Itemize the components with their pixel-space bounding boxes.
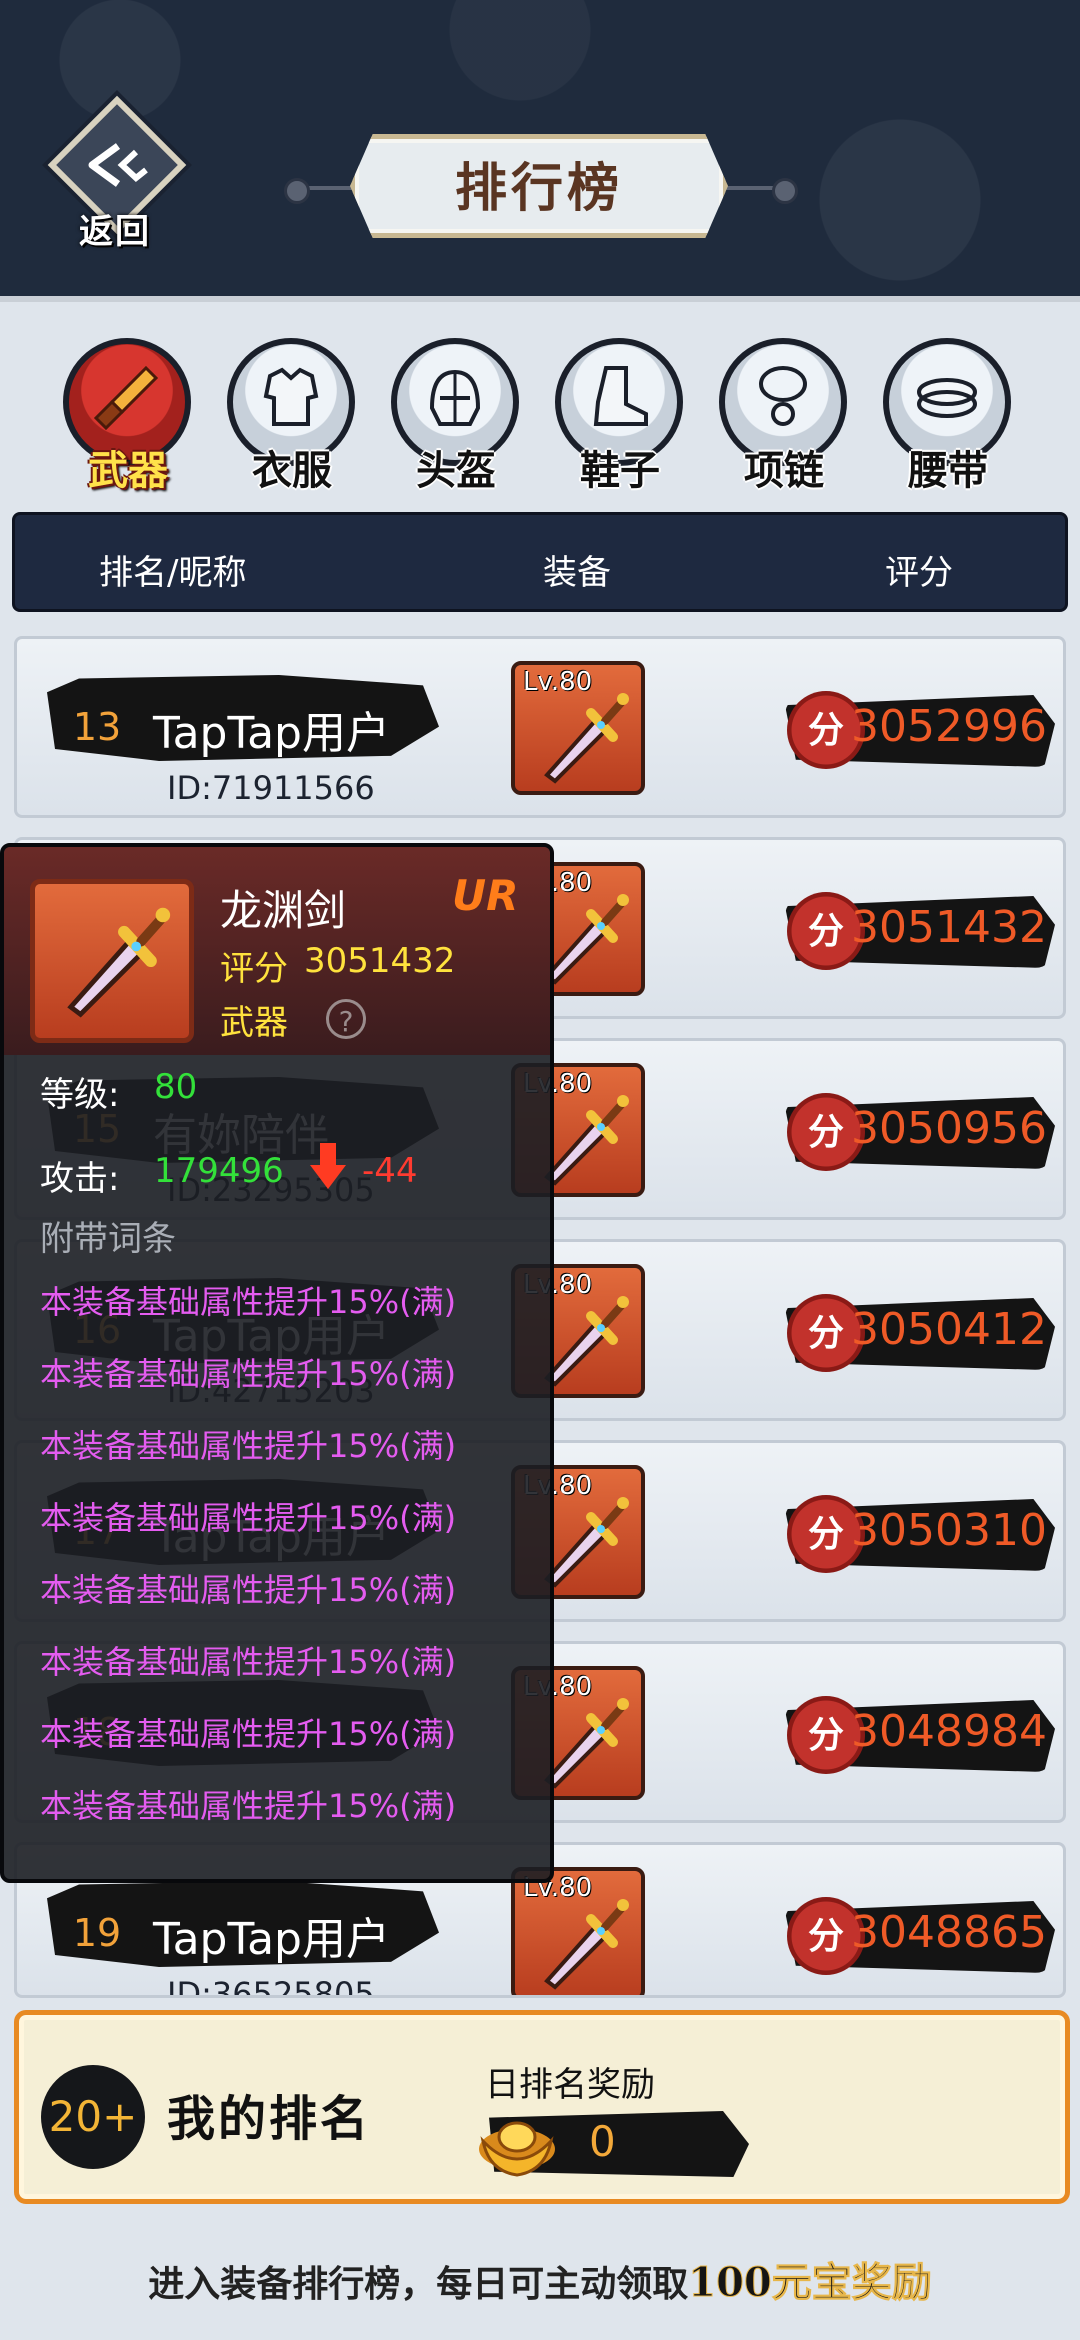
player-id: ID:36525805 [167, 1975, 375, 1998]
score-value: 3048865 [851, 1907, 1047, 1958]
necklace-icon [759, 366, 807, 426]
affix-line: 本装备基础属性提升15%(满) [40, 1643, 457, 1681]
top-bar: 返回 排行榜 [0, 0, 1080, 302]
sword-icon [544, 693, 629, 784]
help-icon[interactable]: ? [326, 999, 366, 1039]
tab-clothes[interactable]: 衣服 [222, 338, 362, 498]
back-arrow-icon [88, 143, 148, 187]
score-value: 3050956 [851, 1103, 1047, 1154]
arrow-down-icon [310, 1143, 346, 1189]
tooltip-item-icon [30, 879, 194, 1043]
tab-belt[interactable]: 腰带 [878, 338, 1018, 498]
boots-icon [593, 366, 648, 426]
col-rank-header: 排名/昵称 [99, 553, 247, 593]
player-id: ID:71911566 [167, 769, 375, 807]
item-name: 龙渊剑 [220, 886, 347, 935]
tab-belt-label: 腰带 [908, 447, 988, 494]
ranking-row[interactable]: 13 TapTap用户 ID:71911566 Lv.80 分 3052996 [14, 636, 1066, 818]
sword-icon [93, 365, 159, 431]
equipment-level: Lv.80 [523, 667, 593, 697]
equipment-slot[interactable]: Lv.80 [511, 661, 645, 795]
footer-highlight: 100元宝奖励 [688, 2259, 932, 2307]
back-button[interactable]: 返回 [38, 95, 188, 260]
player-name: TapTap用户 [153, 708, 390, 759]
helmet-icon [429, 369, 481, 426]
tab-shoes[interactable]: 鞋子 [550, 338, 690, 498]
affix-line: 本装备基础属性提升15%(满) [40, 1355, 457, 1393]
sword-icon [544, 1899, 629, 1990]
footer-text: 进入装备排行榜，每日可主动领取 [148, 2263, 689, 2305]
belt-icon [917, 378, 977, 418]
affix-line: 本装备基础属性提升15%(满) [40, 1715, 457, 1753]
affix-line: 本装备基础属性提升15%(满) [40, 1499, 457, 1537]
tab-clothes-label: 衣服 [252, 447, 332, 494]
footer-tip: 进入装备排行榜，每日可主动领取100元宝奖励 [0, 2250, 1080, 2308]
level-label: 等级: [40, 1075, 120, 1115]
my-rank-title: 我的排名 [167, 2091, 372, 2147]
title-knob-left [284, 178, 310, 204]
attack-label: 攻击: [40, 1159, 120, 1199]
item-tooltip: 龙渊剑 UR 评分 3051432 武器 ? 等级: 80 攻击: 179496… [0, 843, 554, 1883]
title-knob-right [772, 178, 798, 204]
score-value: 3050412 [851, 1304, 1047, 1355]
score-value: 3048984 [851, 1706, 1047, 1757]
ranking-table-header: 排名/昵称 装备 评分 [12, 512, 1068, 612]
tab-weapon[interactable]: 武器 [58, 338, 198, 498]
page-title: 排行榜 [454, 158, 623, 219]
affix-section-title: 附带词条 [40, 1219, 176, 1259]
player-name: TapTap用户 [153, 1914, 390, 1965]
item-type: 武器 [220, 1003, 288, 1043]
item-rarity: UR [452, 871, 519, 920]
col-score-header: 评分 [885, 553, 953, 593]
rank-number: 19 [72, 1911, 122, 1955]
level-value: 80 [154, 1067, 198, 1107]
rank-number: 13 [72, 705, 122, 749]
my-rank-badge: 20+ [41, 2065, 145, 2169]
score-value: 3052996 [851, 701, 1047, 752]
score-value: 3051432 [851, 902, 1047, 953]
item-score: 3051432 [304, 941, 456, 981]
affix-line: 本装备基础属性提升15%(满) [40, 1571, 457, 1609]
tab-helmet[interactable]: 头盔 [386, 338, 526, 498]
tab-shoes-label: 鞋子 [580, 447, 660, 494]
attack-diff: -44 [362, 1151, 418, 1191]
tab-weapon-label: 武器 [88, 447, 168, 494]
attack-value: 179496 [154, 1151, 284, 1191]
gold-ingot-icon [479, 2121, 555, 2177]
affix-line: 本装备基础属性提升15%(满) [40, 1427, 457, 1465]
back-label: 返回 [79, 212, 151, 252]
daily-reward-label: 日排名奖励 [485, 2065, 655, 2105]
item-score-label: 评分 [220, 949, 288, 989]
my-rank-panel: 20+ 我的排名 日排名奖励 0 [14, 2010, 1070, 2204]
score-value: 3050310 [851, 1505, 1047, 1556]
tab-helmet-label: 头盔 [416, 447, 496, 494]
equipment-slot[interactable]: Lv.80 [511, 1867, 645, 1995]
sword-icon [67, 907, 171, 1018]
col-equip-header: 装备 [543, 553, 611, 593]
daily-reward-value: 0 [589, 2117, 616, 2166]
tab-necklace[interactable]: 项链 [714, 338, 854, 498]
affix-line: 本装备基础属性提升15%(满) [40, 1283, 457, 1321]
affix-line: 本装备基础属性提升15%(满) [40, 1787, 457, 1825]
tab-necklace-label: 项链 [744, 447, 824, 494]
armor-icon [263, 367, 319, 426]
